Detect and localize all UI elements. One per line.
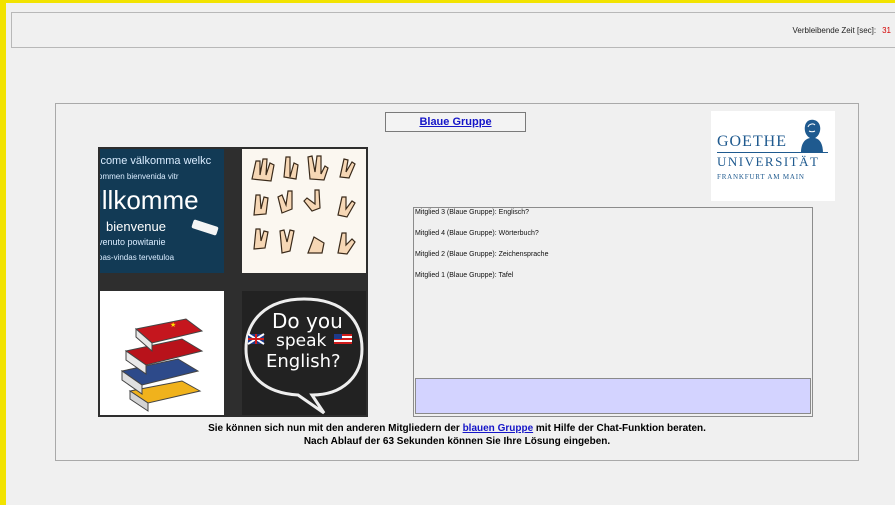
speech-line-3: English? (266, 351, 341, 372)
blue-group-link[interactable]: blauen Gruppe (463, 423, 534, 434)
svg-text:★: ★ (170, 321, 176, 329)
window-left-border (0, 0, 6, 505)
welcome-word-6: oas-vindas tervetuloa (100, 253, 175, 262)
instruction-line-2: Nach Ablauf der 63 Sekunden können Sie I… (303, 436, 611, 447)
logo-goethe: GOETHE (717, 133, 787, 150)
chalk-icon (191, 219, 219, 236)
logo-divider (717, 152, 828, 153)
dictionary-books-image: ★ (100, 291, 224, 415)
goethe-portrait-icon (801, 119, 823, 153)
chat-message-4: Mitglied 1 (Blaue Gruppe): Tafel (415, 272, 514, 279)
instruction-text-after: mit Hilfe der Chat-Funktion beraten. (533, 423, 706, 434)
instruction-line-1: Sie können sich nun mit den anderen Mitg… (55, 423, 859, 434)
chat-panel: Mitglied 3 (Blaue Gruppe): Englisch? Mit… (413, 207, 813, 417)
speech-line-2: speak (276, 331, 327, 351)
university-logo: GOETHE UNIVERSITÄT FRANKFURT AM MAIN (711, 111, 835, 201)
group-name-link[interactable]: Blaue Gruppe (419, 116, 491, 128)
welcome-word-1: lcome välkomma welkc (100, 155, 212, 167)
logo-universitaet: UNIVERSITÄT (717, 154, 820, 169)
chat-input[interactable] (415, 378, 811, 414)
chat-message-3: Mitglied 2 (Blaue Gruppe): Zeichensprach… (415, 251, 549, 258)
timer: Verbleibende Zeit [sec]: 31 (792, 26, 891, 35)
welcome-word-5: venuto powitanie (100, 237, 166, 247)
chat-message-2: Mitglied 4 (Blaue Gruppe): Wörterbuch? (415, 230, 539, 237)
books-icon: ★ (120, 318, 204, 412)
logo-frankfurt: FRANKFURT AM MAIN (717, 173, 805, 181)
timer-value: 31 (882, 26, 891, 35)
welcome-words-image: lcome välkomma welkc ommen bienvenida vi… (100, 149, 224, 273)
sign-language-hands-image (242, 149, 366, 273)
group-name-box: Blaue Gruppe (385, 112, 526, 132)
timer-bar (11, 12, 895, 48)
hands-icon (251, 155, 356, 255)
image-grid: lcome välkomma welkc ommen bienvenida vi… (98, 147, 368, 417)
welcome-word-3: illkomme (100, 185, 199, 215)
window-top-border (0, 0, 895, 3)
timer-label: Verbleibende Zeit [sec]: (792, 26, 877, 35)
do-you-speak-english-image: Do you speak English? (242, 291, 366, 415)
speech-line-1: Do you (272, 309, 343, 333)
chat-message-1: Mitglied 3 (Blaue Gruppe): Englisch? (415, 209, 530, 216)
welcome-word-2: ommen bienvenida vitr (100, 172, 179, 181)
welcome-word-4: bienvenue (106, 219, 166, 234)
instruction-text-before: Sie können sich nun mit den anderen Mitg… (208, 423, 463, 434)
